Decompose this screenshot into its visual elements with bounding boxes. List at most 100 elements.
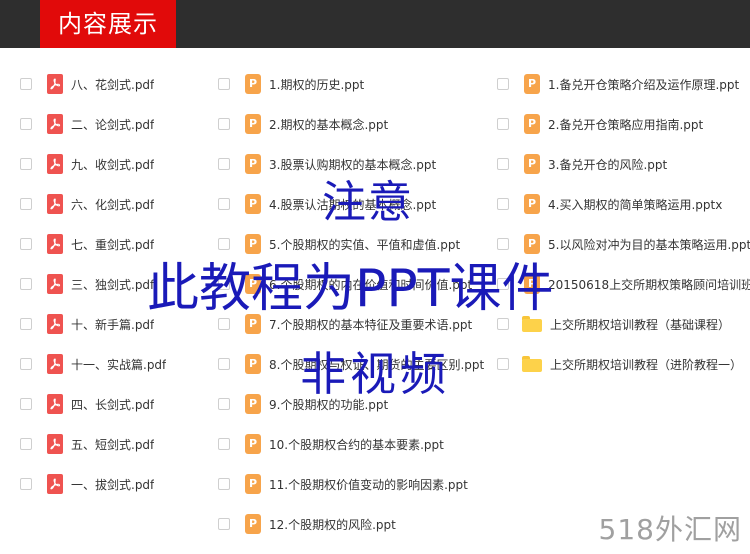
file-name[interactable]: 六、化剑式.pdf bbox=[71, 196, 154, 213]
file-column-strategy-ppt: P 1.备兑开仓策略介绍及运作原理.ppt P 2.备兑开仓策略应用指南.ppt P 3.… bbox=[497, 64, 750, 384]
file-name[interactable]: 8.个股期权与权证、期货的主要区别.ppt bbox=[269, 356, 484, 373]
file-row[interactable]: P 1.备兑开仓策略介绍及运作原理.ppt bbox=[497, 64, 750, 104]
file-checkbox[interactable] bbox=[20, 158, 32, 170]
file-checkbox[interactable] bbox=[218, 238, 230, 250]
file-checkbox[interactable] bbox=[497, 238, 509, 250]
ppt-file-icon: P bbox=[245, 434, 261, 454]
file-row[interactable]: 十一、实战篇.pdf bbox=[20, 344, 210, 384]
file-row[interactable]: P 12.个股期权的风险.ppt bbox=[218, 504, 490, 544]
file-checkbox[interactable] bbox=[218, 118, 230, 130]
file-name[interactable]: 5.以风险对冲为目的基本策略运用.ppt bbox=[548, 236, 750, 253]
file-checkbox[interactable] bbox=[20, 398, 32, 410]
file-name[interactable]: 五、短剑式.pdf bbox=[71, 436, 154, 453]
file-name[interactable]: 十一、实战篇.pdf bbox=[71, 356, 166, 373]
file-checkbox[interactable] bbox=[20, 358, 32, 370]
file-name[interactable]: 八、花剑式.pdf bbox=[71, 76, 154, 93]
file-checkbox[interactable] bbox=[218, 278, 230, 290]
file-row[interactable]: 七、重剑式.pdf bbox=[20, 224, 210, 264]
file-checkbox[interactable] bbox=[218, 198, 230, 210]
file-checkbox[interactable] bbox=[497, 198, 509, 210]
file-row[interactable]: 上交所期权培训教程（进阶教程一） bbox=[497, 344, 750, 384]
file-row[interactable]: 四、长剑式.pdf bbox=[20, 384, 210, 424]
file-name[interactable]: 四、长剑式.pdf bbox=[71, 396, 154, 413]
file-name[interactable]: 七、重剑式.pdf bbox=[71, 236, 154, 253]
file-row[interactable]: P 6.个股期权的内在价值和时间价值.ppt bbox=[218, 264, 490, 304]
file-row[interactable]: 上交所期权培训教程（基础课程） bbox=[497, 304, 750, 344]
file-checkbox[interactable] bbox=[218, 358, 230, 370]
file-row[interactable]: P 1.期权的历史.ppt bbox=[218, 64, 490, 104]
ppt-file-icon: P bbox=[245, 74, 261, 94]
pdf-file-icon bbox=[47, 194, 63, 214]
file-checkbox[interactable] bbox=[20, 118, 32, 130]
file-name[interactable]: 20150618上交所期权策略顾问培训班 bbox=[548, 276, 750, 293]
file-row[interactable]: P 3.备兑开仓的风险.ppt bbox=[497, 144, 750, 184]
file-row[interactable]: P 2.期权的基本概念.ppt bbox=[218, 104, 490, 144]
file-checkbox[interactable] bbox=[20, 78, 32, 90]
file-name[interactable]: 二、论剑式.pdf bbox=[71, 116, 154, 133]
file-row[interactable]: P 5.个股期权的实值、平值和虚值.ppt bbox=[218, 224, 490, 264]
file-row[interactable]: P 4.买入期权的简单策略运用.pptx bbox=[497, 184, 750, 224]
file-name[interactable]: 5.个股期权的实值、平值和虚值.ppt bbox=[269, 236, 460, 253]
file-name[interactable]: 1.备兑开仓策略介绍及运作原理.ppt bbox=[548, 76, 739, 93]
file-name[interactable]: 3.备兑开仓的风险.ppt bbox=[548, 156, 667, 173]
file-checkbox[interactable] bbox=[497, 318, 509, 330]
file-row[interactable]: P 4.股票认沽期权的基本概念.ppt bbox=[218, 184, 490, 224]
file-name[interactable]: 11.个股期权价值变动的影响因素.ppt bbox=[269, 476, 468, 493]
file-name[interactable]: 上交所期权培训教程（进阶教程一） bbox=[550, 356, 742, 373]
file-row[interactable]: 二、论剑式.pdf bbox=[20, 104, 210, 144]
file-row[interactable]: 十、新手篇.pdf bbox=[20, 304, 210, 344]
file-row[interactable]: 三、独剑式.pdf bbox=[20, 264, 210, 304]
file-checkbox[interactable] bbox=[20, 318, 32, 330]
file-name[interactable]: 一、拔剑式.pdf bbox=[71, 476, 154, 493]
file-checkbox[interactable] bbox=[218, 318, 230, 330]
file-checkbox[interactable] bbox=[497, 118, 509, 130]
file-checkbox[interactable] bbox=[497, 278, 509, 290]
file-checkbox[interactable] bbox=[218, 478, 230, 490]
file-checkbox[interactable] bbox=[20, 238, 32, 250]
file-checkbox[interactable] bbox=[20, 198, 32, 210]
file-row[interactable]: P 5.以风险对冲为目的基本策略运用.ppt bbox=[497, 224, 750, 264]
file-name[interactable]: 12.个股期权的风险.ppt bbox=[269, 516, 396, 533]
file-name[interactable]: 1.期权的历史.ppt bbox=[269, 76, 364, 93]
file-checkbox[interactable] bbox=[20, 278, 32, 290]
file-checkbox[interactable] bbox=[218, 518, 230, 530]
file-checkbox[interactable] bbox=[20, 478, 32, 490]
file-name[interactable]: 6.个股期权的内在价值和时间价值.ppt bbox=[269, 276, 472, 293]
file-row[interactable]: P 9.个股期权的功能.ppt bbox=[218, 384, 490, 424]
file-row[interactable]: P 11.个股期权价值变动的影响因素.ppt bbox=[218, 464, 490, 504]
file-name[interactable]: 十、新手篇.pdf bbox=[71, 316, 154, 333]
file-row[interactable]: 六、化剑式.pdf bbox=[20, 184, 210, 224]
file-name[interactable]: 4.股票认沽期权的基本概念.ppt bbox=[269, 196, 436, 213]
file-name[interactable]: 上交所期权培训教程（基础课程） bbox=[550, 316, 730, 333]
ppt-file-icon: P bbox=[524, 234, 540, 254]
file-name[interactable]: 4.买入期权的简单策略运用.pptx bbox=[548, 196, 722, 213]
file-row[interactable]: P 10.个股期权合约的基本要素.ppt bbox=[218, 424, 490, 464]
file-checkbox[interactable] bbox=[20, 438, 32, 450]
file-checkbox[interactable] bbox=[497, 78, 509, 90]
file-name[interactable]: 九、收剑式.pdf bbox=[71, 156, 154, 173]
file-name[interactable]: 7.个股期权的基本特征及重要术语.ppt bbox=[269, 316, 472, 333]
file-row[interactable]: 九、收剑式.pdf bbox=[20, 144, 210, 184]
file-checkbox[interactable] bbox=[218, 438, 230, 450]
file-name[interactable]: 10.个股期权合约的基本要素.ppt bbox=[269, 436, 444, 453]
file-checkbox[interactable] bbox=[497, 358, 509, 370]
file-checkbox[interactable] bbox=[497, 158, 509, 170]
file-row[interactable]: 五、短剑式.pdf bbox=[20, 424, 210, 464]
file-name[interactable]: 3.股票认购期权的基本概念.ppt bbox=[269, 156, 436, 173]
page-title: 内容展示 bbox=[40, 0, 176, 48]
top-bar: 内容展示 bbox=[0, 0, 750, 48]
file-row[interactable]: 一、拔剑式.pdf bbox=[20, 464, 210, 504]
file-name[interactable]: 2.期权的基本概念.ppt bbox=[269, 116, 388, 133]
file-row[interactable]: P 3.股票认购期权的基本概念.ppt bbox=[218, 144, 490, 184]
file-row[interactable]: 八、花剑式.pdf bbox=[20, 64, 210, 104]
file-row[interactable]: P 20150618上交所期权策略顾问培训班 bbox=[497, 264, 750, 304]
file-checkbox[interactable] bbox=[218, 78, 230, 90]
file-name[interactable]: 9.个股期权的功能.ppt bbox=[269, 396, 388, 413]
file-name[interactable]: 2.备兑开仓策略应用指南.ppt bbox=[548, 116, 703, 133]
file-row[interactable]: P 8.个股期权与权证、期货的主要区别.ppt bbox=[218, 344, 490, 384]
file-row[interactable]: P 2.备兑开仓策略应用指南.ppt bbox=[497, 104, 750, 144]
file-row[interactable]: P 7.个股期权的基本特征及重要术语.ppt bbox=[218, 304, 490, 344]
file-checkbox[interactable] bbox=[218, 158, 230, 170]
file-name[interactable]: 三、独剑式.pdf bbox=[71, 276, 154, 293]
file-checkbox[interactable] bbox=[218, 398, 230, 410]
